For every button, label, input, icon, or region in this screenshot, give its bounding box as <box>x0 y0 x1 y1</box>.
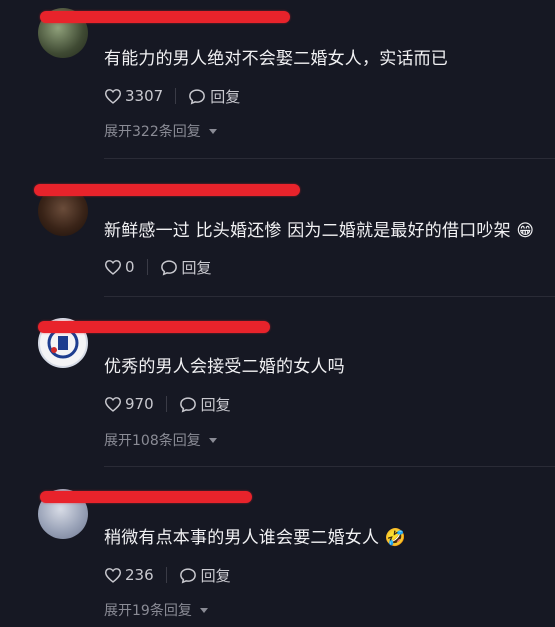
comment-text: 优秀的男人会接受二婚的女人吗 <box>104 357 345 377</box>
reply-label: 回复 <box>181 258 212 277</box>
comment-actions: 236 回复 <box>104 564 231 586</box>
divider <box>165 396 167 412</box>
heart-outline-icon <box>104 396 122 412</box>
like-count: 3307 <box>125 87 164 105</box>
comment-actions: 0 回复 <box>104 256 212 278</box>
comment-actions: 3307 回复 <box>104 85 240 107</box>
redacted-username <box>40 11 290 23</box>
reply-label: 回复 <box>200 566 231 585</box>
caret-down-icon <box>199 607 208 613</box>
speech-bubble-icon <box>179 567 197 584</box>
like-button[interactable]: 3307 <box>104 87 163 105</box>
speech-bubble-icon <box>160 259 178 276</box>
reply-label: 回复 <box>200 395 231 414</box>
comment-divider <box>104 158 555 159</box>
expand-replies-label: 展开108条回复 <box>104 433 201 449</box>
expand-replies[interactable]: 展开19条回复 <box>104 600 208 620</box>
comment-text: 稍微有点本事的男人谁会要二婚女人 🤣 <box>104 528 407 548</box>
redacted-username <box>38 321 270 333</box>
caret-down-icon <box>208 437 217 443</box>
heart-outline-icon <box>104 259 122 275</box>
expand-replies-label: 展开322条回复 <box>104 124 201 140</box>
like-button[interactable]: 970 <box>104 395 154 413</box>
comment-text: 新鲜感一过 比头婚还惨 因为二婚就是最好的借口吵架 😁 <box>104 221 535 241</box>
heart-outline-icon <box>104 88 122 104</box>
like-count: 0 <box>125 258 135 276</box>
comment-actions: 970 回复 <box>104 393 231 415</box>
like-button[interactable]: 236 <box>104 566 154 584</box>
divider <box>146 259 148 275</box>
like-button[interactable]: 0 <box>104 258 135 276</box>
divider <box>175 88 177 104</box>
comment-text: 有能力的男人绝对不会娶二婚女人，实话而已 <box>104 49 448 69</box>
caret-down-icon <box>208 128 217 134</box>
speech-bubble-icon <box>179 396 197 413</box>
reply-button[interactable]: 回复 <box>160 257 212 278</box>
reply-button[interactable]: 回复 <box>188 86 240 107</box>
expand-replies[interactable]: 展开108条回复 <box>104 430 217 450</box>
redacted-username <box>40 491 252 503</box>
reply-label: 回复 <box>210 87 241 106</box>
like-count: 970 <box>125 395 154 413</box>
like-count: 236 <box>125 566 154 584</box>
reply-button[interactable]: 回复 <box>179 565 231 586</box>
divider <box>165 567 167 583</box>
expand-replies-label: 展开19条回复 <box>104 603 192 619</box>
speech-bubble-icon <box>188 88 206 105</box>
comment-divider <box>104 296 555 297</box>
redacted-username <box>34 184 300 196</box>
reply-button[interactable]: 回复 <box>179 394 231 415</box>
heart-outline-icon <box>104 567 122 583</box>
expand-replies[interactable]: 展开322条回复 <box>104 121 217 141</box>
comment-divider <box>104 466 555 467</box>
